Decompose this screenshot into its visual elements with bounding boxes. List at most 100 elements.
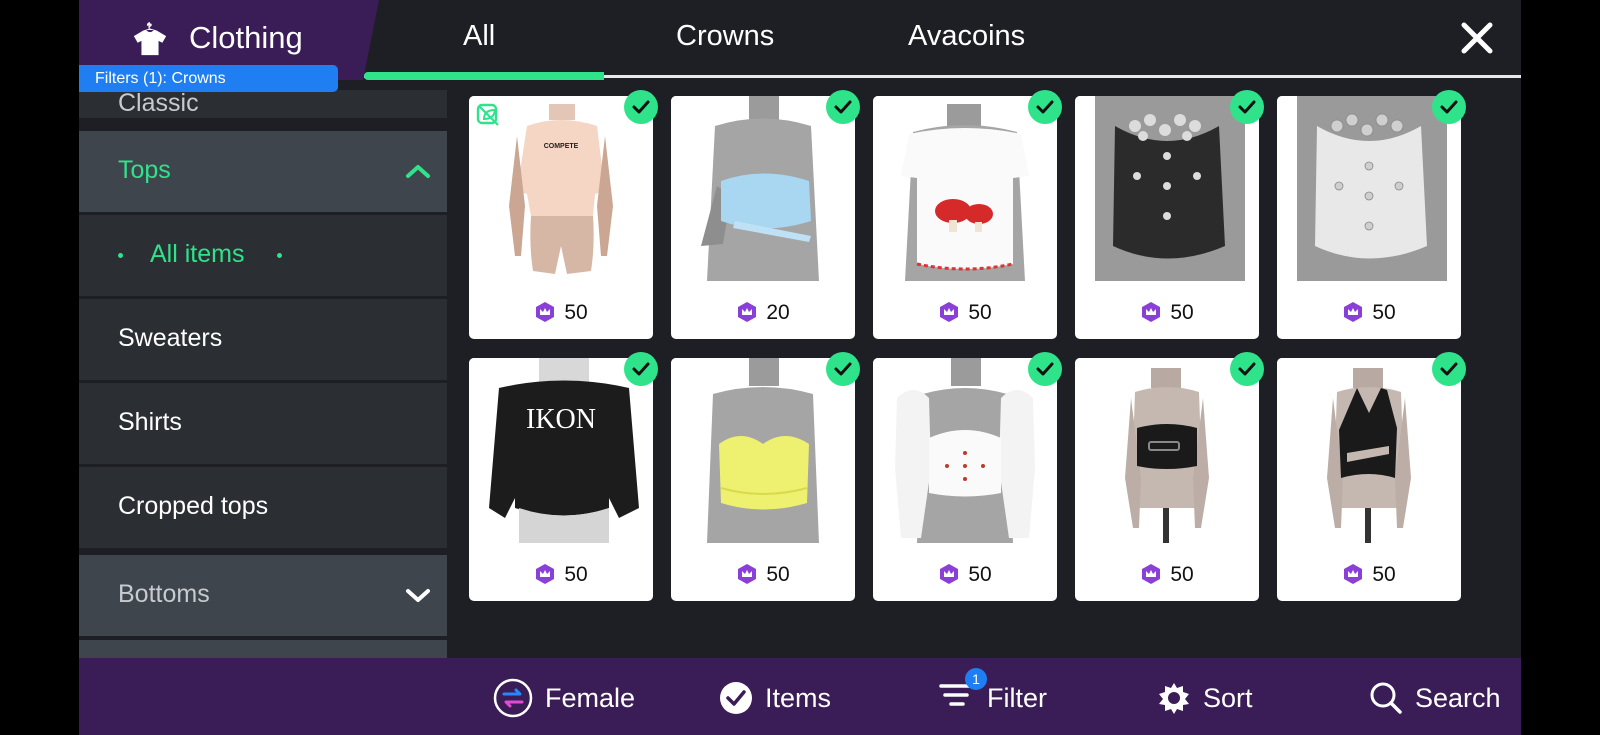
crown-currency-icon (536, 302, 555, 322)
item-image-ikon-sweater: IKON (469, 358, 653, 543)
items-toggle-button[interactable]: Items (719, 678, 831, 718)
sidebar-item-label: Shirts (118, 408, 182, 436)
item-price-value: 50 (766, 563, 790, 586)
item-grid: COMPETE 50 20 50 50 50 IKON 50 50 50 50 … (469, 90, 1469, 616)
item-card[interactable]: 50 (1075, 90, 1264, 339)
app-window: Clothing Filters (1): Crowns All Crowns … (79, 0, 1521, 735)
tab-all[interactable]: All (463, 20, 495, 53)
item-price-value: 50 (1170, 563, 1194, 586)
item-price-value: 50 (564, 301, 588, 324)
item-price: 50 (1277, 301, 1461, 325)
item-card[interactable]: 20 (671, 90, 860, 339)
sidebar-item-label: Sweaters (118, 324, 223, 352)
item-price-value: 50 (968, 563, 992, 586)
crown-currency-icon (940, 302, 959, 322)
item-price: 50 (873, 301, 1057, 325)
crown-currency-icon (1344, 302, 1363, 322)
item-price: 50 (1277, 563, 1461, 587)
filter-label: Filter (987, 682, 1047, 713)
owned-check-icon (1028, 352, 1062, 386)
item-card[interactable]: 50 (1277, 90, 1466, 339)
search-icon (1370, 682, 1402, 714)
sort-icon (1159, 683, 1189, 714)
gender-toggle-button[interactable]: Female (493, 678, 635, 718)
sidebar-item-label: Tops (118, 156, 171, 184)
sidebar-item-label: All items (150, 240, 245, 268)
crown-currency-icon (940, 564, 959, 584)
item-price: 50 (873, 563, 1057, 587)
owned-check-icon (1230, 352, 1264, 386)
item-price: 50 (1075, 301, 1259, 325)
item-price: 50 (469, 563, 653, 587)
sidebar-item-label: Cropped tops (118, 492, 269, 520)
item-image-belted-tube (1075, 358, 1259, 543)
sidebar-item-shirts[interactable]: Shirts (79, 383, 447, 464)
tab-active-indicator (364, 72, 604, 80)
bottom-toolbar: Female Items 1 Filter Sort Search (79, 658, 1521, 735)
item-card[interactable]: COMPETE 50 (469, 90, 658, 339)
close-icon[interactable] (1459, 20, 1495, 56)
item-price-value: 50 (564, 563, 588, 586)
tab-avacoins[interactable]: Avacoins (908, 20, 1025, 53)
item-image-halter-top (1277, 358, 1461, 543)
owned-check-icon (624, 90, 658, 124)
owned-check-icon (826, 90, 860, 124)
owned-check-icon (1230, 90, 1264, 124)
sidebar-category-next[interactable] (79, 640, 447, 658)
item-price-value: 50 (968, 301, 992, 324)
item-image-bandeau (671, 96, 855, 281)
search-label: Search (1415, 682, 1501, 713)
item-card[interactable]: 50 (1277, 352, 1466, 601)
tab-bar: All Crowns Avacoins (364, 0, 1521, 80)
item-price-value: 50 (1170, 301, 1194, 324)
item-image-mushroom-tee (873, 96, 1057, 281)
search-button[interactable]: Search (1369, 678, 1501, 718)
item-price: 20 (671, 301, 855, 325)
item-price: 50 (671, 563, 855, 587)
item-price: 50 (1075, 563, 1259, 587)
shirt-icon (133, 22, 167, 56)
selected-indicator (277, 240, 282, 269)
sidebar-item-label: Classic (118, 90, 199, 117)
filter-count-badge: 1 (965, 667, 987, 690)
chevron-up-icon (406, 165, 430, 178)
item-price-value: 20 (766, 301, 790, 324)
sidebar-category-tops[interactable]: Tops (79, 131, 447, 212)
item-image-white-corset (1277, 96, 1461, 281)
crown-currency-icon (1344, 564, 1363, 584)
active-filters-badge[interactable]: Filters (1): Crowns (79, 65, 338, 92)
sidebar-item-classic[interactable]: Classic (79, 90, 447, 118)
sidebar-item-cropped-tops[interactable]: Cropped tops (79, 467, 447, 548)
chevron-down-icon (406, 589, 430, 602)
item-image-yellow-bustier (671, 358, 855, 543)
item-card[interactable]: 50 (1075, 352, 1264, 601)
svg-text:COMPETE: COMPETE (544, 143, 579, 150)
tab-crowns[interactable]: Crowns (676, 20, 774, 53)
sidebar-item-all-items[interactable]: All items (79, 215, 447, 296)
item-price-value: 50 (1372, 563, 1396, 586)
sidebar-item-sweaters[interactable]: Sweaters (79, 299, 447, 380)
crown-currency-icon (1142, 564, 1161, 584)
category-sidebar: Classic Tops All items Sweaters Shirts C… (79, 90, 447, 658)
sidebar-category-bottoms[interactable]: Bottoms (79, 555, 447, 636)
svg-text:IKON: IKON (526, 404, 596, 435)
items-label: Items (765, 682, 832, 713)
owned-check-icon (826, 352, 860, 386)
header: Clothing Filters (1): Crowns All Crowns … (79, 0, 1521, 92)
filter-button[interactable]: 1 Filter (939, 667, 1047, 718)
check-circle-icon (720, 682, 752, 714)
item-card[interactable]: 50 (671, 352, 860, 601)
item-card[interactable]: 50 (873, 352, 1062, 601)
sort-button[interactable]: Sort (1157, 678, 1253, 718)
item-card[interactable]: 50 (873, 90, 1062, 339)
item-image-puff-sleeve-top (873, 358, 1057, 543)
eco-icon (476, 103, 499, 126)
item-image-dark-corset (1075, 96, 1259, 281)
sidebar-item-label: Bottoms (118, 580, 210, 608)
item-price: 50 (469, 301, 653, 325)
owned-check-icon (1432, 90, 1466, 124)
crown-currency-icon (738, 302, 757, 322)
sort-label: Sort (1203, 682, 1253, 713)
item-card[interactable]: IKON 50 (469, 352, 658, 601)
owned-check-icon (624, 352, 658, 386)
